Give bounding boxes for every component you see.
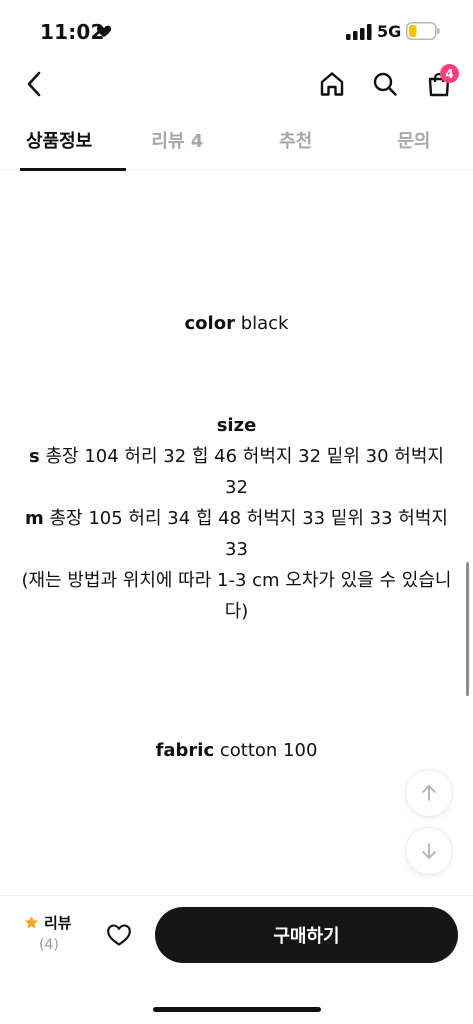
fabric-value: cotton 100 bbox=[219, 740, 318, 761]
color-info: color black bbox=[20, 308, 453, 339]
size-m-value: 총장 105 허리 34 힙 48 허벅지 33 밑위 33 허벅지 33 bbox=[49, 508, 448, 560]
size-m-key: m bbox=[25, 508, 44, 529]
cart-count-badge: 4 bbox=[440, 64, 459, 83]
search-button[interactable] bbox=[369, 66, 401, 102]
heart-icon bbox=[96, 25, 112, 37]
battery-icon bbox=[406, 22, 440, 40]
home-button[interactable] bbox=[316, 66, 348, 102]
wishlist-button[interactable] bbox=[104, 920, 134, 950]
fabric-key: fabric bbox=[155, 740, 215, 761]
tab-reviews[interactable]: 리뷰 4 bbox=[118, 118, 236, 170]
tab-recommend[interactable]: 추천 bbox=[237, 118, 355, 170]
size-heading: size bbox=[216, 415, 257, 436]
bottom-action-bar: 리뷰 (4) 구매하기 bbox=[0, 895, 473, 1024]
product-tabs: 상품정보 리뷰 4 추천 문의 bbox=[0, 118, 473, 171]
status-bar: 11:02 5G bbox=[0, 0, 473, 60]
size-info: size s 총장 104 허리 32 힙 46 허벅지 32 밑위 30 허벅… bbox=[20, 410, 453, 627]
color-value: black bbox=[240, 313, 289, 334]
tab-inquiry[interactable]: 문의 bbox=[355, 118, 473, 170]
home-icon bbox=[320, 72, 344, 96]
heart-outline-icon bbox=[107, 924, 131, 946]
scroll-down-button[interactable] bbox=[405, 827, 453, 875]
review-label-row: 리뷰 bbox=[24, 912, 84, 933]
product-detail-content: color black size s 총장 104 허리 32 힙 46 허벅지… bbox=[0, 171, 473, 895]
fabric-info: fabric cotton 100 bbox=[20, 735, 453, 766]
size-s-value: 총장 104 허리 32 힙 46 허벅지 32 밑위 30 허벅지 32 bbox=[45, 446, 444, 498]
buy-button[interactable]: 구매하기 bbox=[155, 907, 458, 963]
nav-bar bbox=[0, 60, 473, 110]
review-label: 리뷰 bbox=[44, 914, 72, 932]
back-button[interactable] bbox=[18, 66, 50, 102]
size-note: (재는 방법과 위치에 따라 1-3 cm 오차가 있을 수 있습니다) bbox=[21, 570, 452, 622]
network-type: 5G bbox=[377, 22, 402, 41]
status-time: 11:02 bbox=[40, 20, 105, 44]
review-summary[interactable]: 리뷰 (4) bbox=[24, 912, 84, 953]
chevron-left-icon bbox=[27, 71, 41, 97]
review-count: (4) bbox=[39, 937, 59, 953]
size-s-key: s bbox=[29, 446, 40, 467]
arrow-down-icon bbox=[422, 843, 436, 859]
scrollbar[interactable] bbox=[466, 562, 469, 696]
color-key: color bbox=[184, 313, 235, 334]
home-indicator bbox=[153, 1007, 321, 1012]
tab-product-info[interactable]: 상품정보 bbox=[0, 118, 127, 171]
arrow-up-icon bbox=[422, 785, 436, 801]
star-icon bbox=[24, 915, 39, 929]
search-icon bbox=[373, 72, 397, 96]
signal-icon bbox=[346, 24, 372, 40]
scroll-up-button[interactable] bbox=[405, 769, 453, 817]
